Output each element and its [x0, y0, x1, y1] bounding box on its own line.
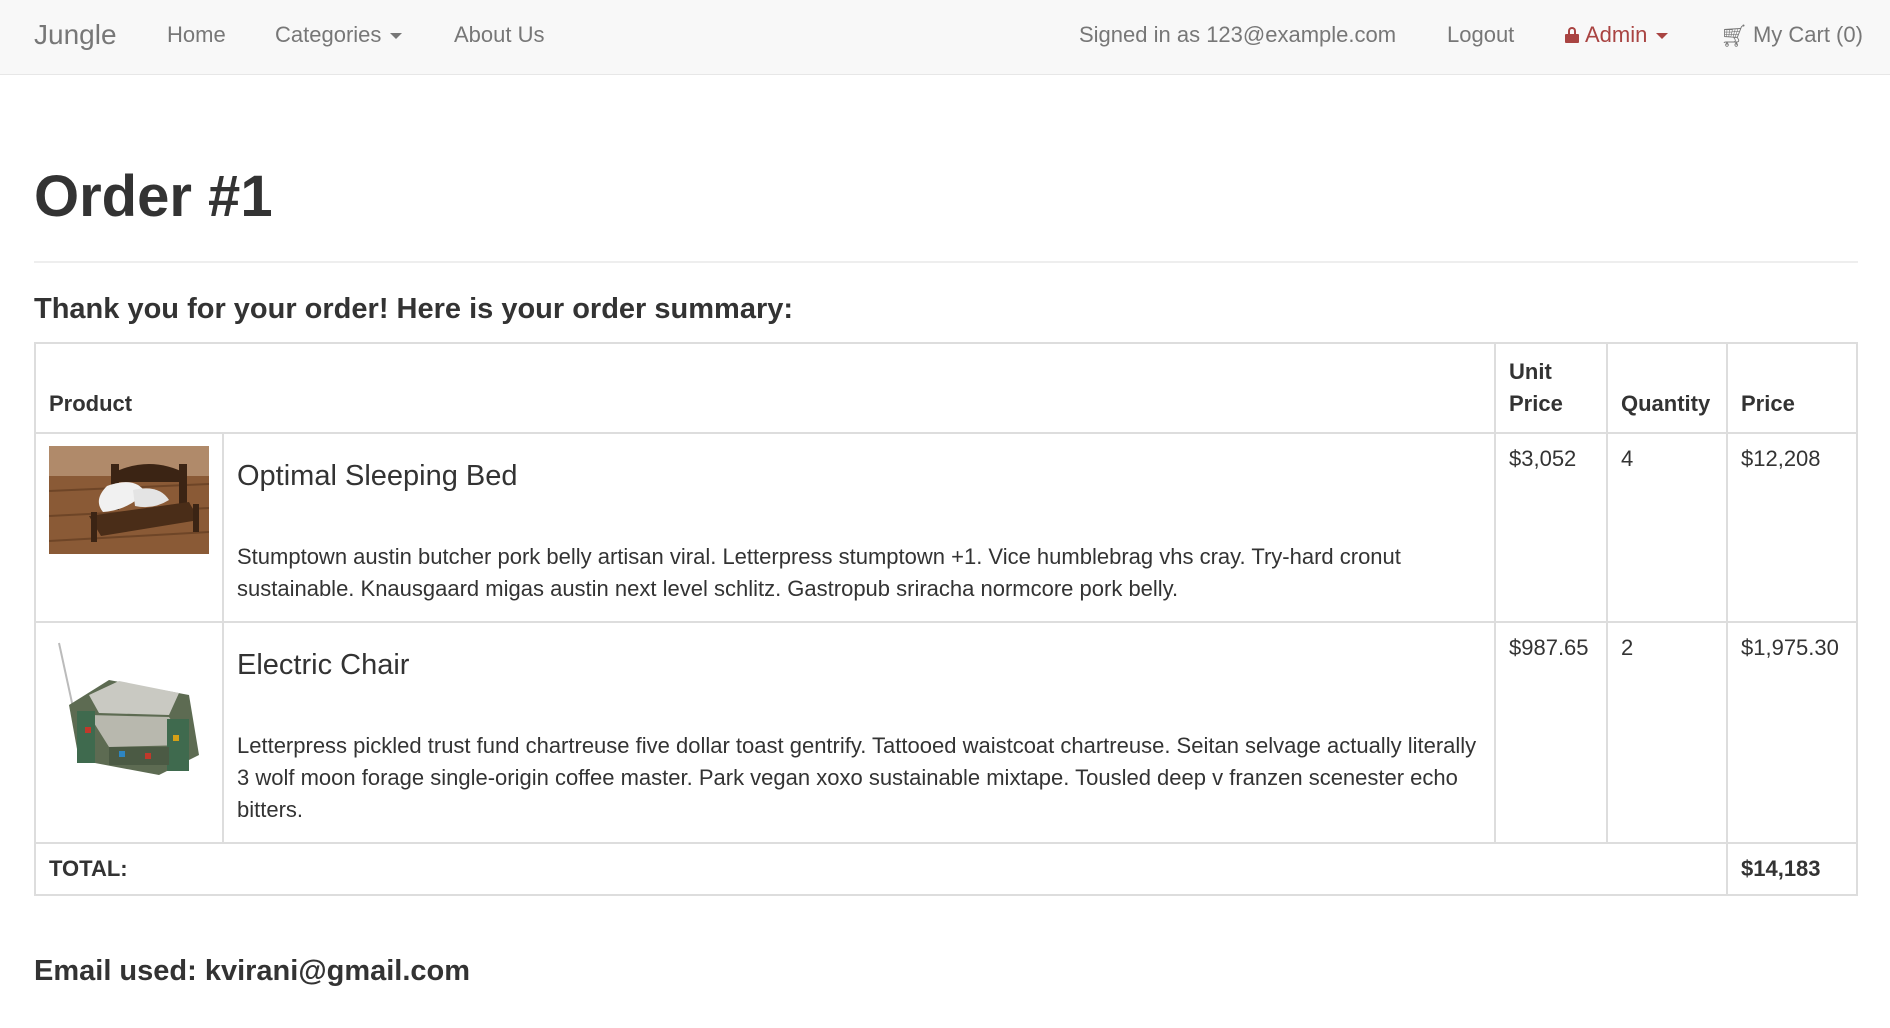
header-unit-price: Unit Price	[1494, 342, 1608, 434]
header-unit-price-line1: Unit	[1509, 359, 1552, 384]
total-row: TOTAL: $14,183	[34, 842, 1858, 896]
total-value: $14,183	[1726, 842, 1858, 896]
nav-home[interactable]: Home	[167, 0, 226, 75]
lock-icon	[1565, 27, 1579, 43]
nav-categories-label: Categories	[275, 22, 382, 47]
order-summary-heading: Thank you for your order! Here is your o…	[34, 293, 794, 325]
order-table: Product Unit Price Quantity Price Optima…	[34, 342, 1858, 896]
price-cell: $12,208	[1726, 432, 1858, 623]
shopping-cart-icon: 🛒︎	[1720, 23, 1748, 48]
header-unit-price-line2: Price	[1509, 391, 1563, 416]
product-name[interactable]: Electric Chair	[237, 649, 1481, 682]
header-quantity: Quantity	[1606, 342, 1728, 434]
table-header-row: Product Unit Price Quantity Price	[34, 342, 1858, 434]
product-details-cell: Optimal Sleeping Bed Stumptown austin bu…	[222, 432, 1496, 623]
email-used: Email used: kvirani@gmail.com	[34, 955, 471, 987]
logout-link[interactable]: Logout	[1447, 0, 1514, 75]
my-cart-link[interactable]: 🛒︎ My Cart (0)	[1720, 0, 1863, 75]
unit-price-cell: $3,052	[1494, 432, 1608, 623]
caret-down-icon	[390, 33, 403, 40]
nav-about[interactable]: About Us	[454, 0, 545, 75]
divider	[34, 261, 1858, 263]
brand-link[interactable]: Jungle	[34, 0, 117, 75]
quantity-cell: 2	[1606, 621, 1728, 844]
table-row: Optimal Sleeping Bed Stumptown austin bu…	[34, 432, 1858, 623]
admin-dropdown[interactable]: Admin	[1565, 0, 1669, 75]
price-cell: $1,975.30	[1726, 621, 1858, 844]
table-row: Electric Chair Letterpress pickled trust…	[34, 621, 1858, 844]
bed-product-image[interactable]	[49, 446, 209, 554]
header-price: Price	[1726, 342, 1858, 434]
product-name[interactable]: Optimal Sleeping Bed	[237, 460, 1481, 493]
caret-down-icon	[1656, 33, 1669, 40]
product-details-cell: Electric Chair Letterpress pickled trust…	[222, 621, 1496, 844]
total-label: TOTAL:	[34, 842, 1728, 896]
unit-price-cell: $987.65	[1494, 621, 1608, 844]
product-description: Letterpress pickled trust fund chartreus…	[237, 733, 1477, 822]
my-cart-label: My Cart (0)	[1752, 22, 1863, 47]
quantity-cell: 4	[1606, 432, 1728, 623]
admin-label: Admin	[1585, 22, 1648, 47]
page-title: Order #1	[34, 164, 273, 229]
signed-in-text: Signed in as 123@example.com	[1079, 22, 1397, 47]
nav-categories-dropdown[interactable]: Categories	[275, 0, 403, 75]
product-image-cell	[34, 432, 224, 623]
product-image-cell	[34, 621, 224, 844]
chair-product-image[interactable]	[49, 635, 209, 795]
header-product: Product	[34, 342, 1496, 434]
navbar: Jungle Home Categories About Us Signed i…	[0, 0, 1890, 75]
product-description: Stumptown austin butcher pork belly arti…	[237, 544, 1401, 601]
